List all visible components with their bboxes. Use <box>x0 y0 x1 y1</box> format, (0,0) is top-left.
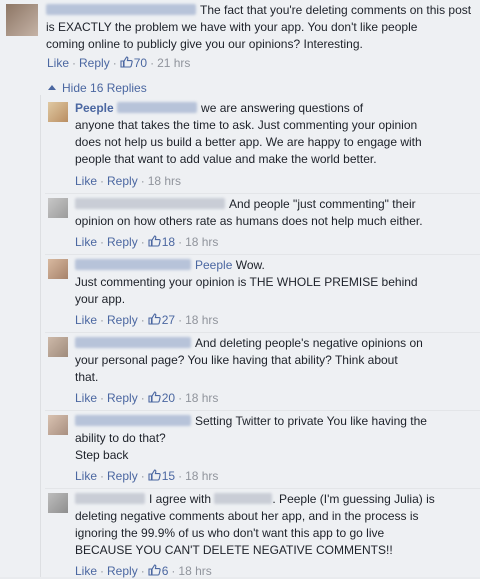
reply-link[interactable]: Reply <box>107 313 138 327</box>
reply-timestamp[interactable]: 18 hrs <box>178 564 211 578</box>
reply-actions: Like · Reply · 18 hrs <box>75 174 182 188</box>
thumbs-up-icon <box>120 56 133 68</box>
reply-divider <box>45 193 480 194</box>
comment-actions: Like · Reply · 70 · 21 hrs <box>47 56 191 70</box>
caret-up-icon <box>48 85 56 90</box>
thumbs-up-icon <box>148 313 161 325</box>
reply-body: I agree with . Peeple (I'm guessing Juli… <box>75 492 435 557</box>
thread-line <box>40 95 41 577</box>
reply-author[interactable]: Peeple <box>75 101 114 115</box>
reply-timestamp[interactable]: 18 hrs <box>148 174 181 188</box>
mentioned-name[interactable] <box>214 493 273 504</box>
reply-body: And deleting people's negative opinions … <box>75 336 423 384</box>
reply-divider <box>45 254 480 255</box>
like-link[interactable]: Like <box>75 174 97 188</box>
reply-author-name[interactable] <box>75 337 191 348</box>
thumbs-up-icon <box>148 235 161 247</box>
like-link[interactable]: Like <box>47 56 69 70</box>
reply-divider <box>45 488 480 489</box>
like-count[interactable]: 20 <box>148 391 175 405</box>
reply-actions: Like · Reply · 18 · 18 hrs <box>75 235 219 249</box>
reply-avatar[interactable] <box>48 415 68 435</box>
reply-author-name[interactable] <box>75 198 225 209</box>
reply-divider <box>45 332 480 333</box>
reply-author-name[interactable] <box>75 415 191 426</box>
reply-link[interactable]: Reply <box>107 469 138 483</box>
like-link[interactable]: Like <box>75 564 97 578</box>
commenter-name[interactable] <box>46 4 196 15</box>
comment-timestamp[interactable]: 21 hrs <box>157 56 190 70</box>
like-link[interactable]: Like <box>75 235 97 249</box>
reply-link[interactable]: Reply <box>79 56 110 70</box>
reply-timestamp[interactable]: 18 hrs <box>185 235 218 249</box>
reply-avatar[interactable] <box>48 102 68 122</box>
like-count[interactable]: 6 <box>148 564 168 578</box>
reply-avatar[interactable] <box>48 337 68 357</box>
reply-body: Setting Twitter to private You like havi… <box>75 414 427 462</box>
hide-replies-toggle[interactable]: Hide 16 Replies <box>48 80 147 96</box>
comment-thread: The fact that you're deleting comments o… <box>0 0 480 578</box>
reply-actions: Like · Reply · 20 · 18 hrs <box>75 391 219 405</box>
reply-author[interactable]: Peeple <box>195 258 232 272</box>
like-count[interactable]: 18 <box>148 235 175 249</box>
reply-timestamp[interactable]: 18 hrs <box>185 313 218 327</box>
reply-actions: Like · Reply · 27 · 18 hrs <box>75 313 219 327</box>
comment-text-line: coming online to publicly give you our o… <box>46 37 363 51</box>
reply-author-name[interactable] <box>117 102 198 113</box>
commenter-avatar[interactable] <box>6 4 38 36</box>
reply-avatar[interactable] <box>48 259 68 279</box>
thumbs-up-icon <box>148 469 161 481</box>
comment-text-line: The fact that you're deleting comments o… <box>200 3 472 17</box>
thumbs-up-icon <box>148 564 161 576</box>
reply-avatar[interactable] <box>48 198 68 218</box>
like-link[interactable]: Like <box>75 391 97 405</box>
reply-timestamp[interactable]: 18 hrs <box>185 391 218 405</box>
reply-actions: Like · Reply · 15 · 18 hrs <box>75 469 219 483</box>
like-link[interactable]: Like <box>75 469 97 483</box>
reply-body: Peeple Wow. Just commenting your opinion… <box>75 258 418 306</box>
like-link[interactable]: Like <box>75 313 97 327</box>
like-count[interactable]: 27 <box>148 313 175 327</box>
comment-body: The fact that you're deleting comments o… <box>46 2 476 53</box>
like-count[interactable]: 70 <box>120 56 147 70</box>
reply-link[interactable]: Reply <box>107 564 138 578</box>
reply-avatar[interactable] <box>48 493 68 513</box>
reply-link[interactable]: Reply <box>107 174 138 188</box>
reply-link[interactable]: Reply <box>107 235 138 249</box>
comment-text-line: is EXACTLY the problem we have with your… <box>46 20 418 34</box>
reply-body: Peeple we are answering questions of any… <box>75 101 422 166</box>
reply-link[interactable]: Reply <box>107 391 138 405</box>
thumbs-up-icon <box>148 391 161 403</box>
reply-author-name[interactable] <box>75 259 191 270</box>
reply-divider <box>45 410 480 411</box>
like-count[interactable]: 15 <box>148 469 175 483</box>
reply-body: And people "just commenting" their opini… <box>75 197 423 228</box>
reply-author-name[interactable] <box>75 493 145 504</box>
reply-timestamp[interactable]: 18 hrs <box>185 469 218 483</box>
